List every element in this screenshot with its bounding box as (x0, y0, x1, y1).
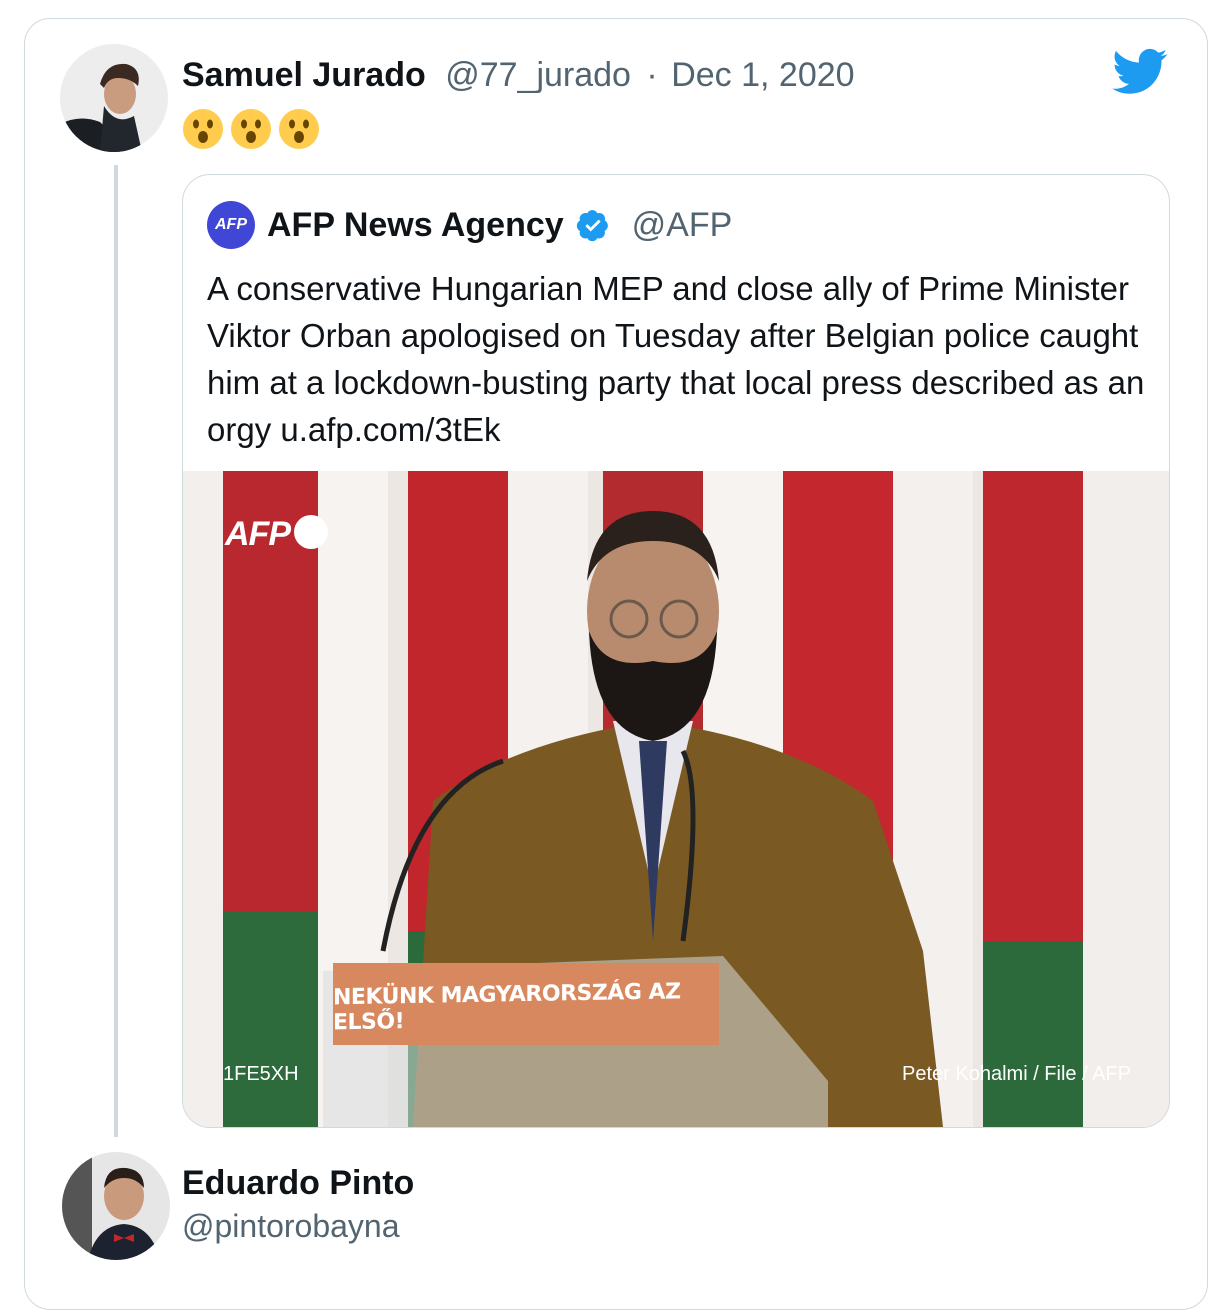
author-name[interactable]: Samuel Jurado (182, 56, 426, 94)
astonished-face-icon (279, 109, 319, 149)
twitter-bird-icon[interactable] (1112, 48, 1168, 101)
astonished-face-icon (183, 109, 223, 149)
author-handle[interactable]: @77_jurado (445, 56, 631, 94)
photo-code: 1FE5XH (223, 1063, 299, 1085)
reply-author-name[interactable]: Eduardo Pinto (182, 1164, 414, 1203)
verified-badge-icon (576, 210, 608, 242)
afp-watermark: AFP (225, 515, 328, 554)
quoted-tweet[interactable]: AFP AFP News Agency @AFP A conservative … (182, 174, 1170, 1128)
reply-author-handle[interactable]: @pintorobayna (182, 1208, 400, 1245)
quoted-text: A conservative Hungarian MEP and close a… (207, 270, 1145, 448)
avatar[interactable] (60, 44, 168, 152)
dot-separator: · (646, 56, 658, 94)
tweet-text: 😮😮😮 (182, 108, 320, 150)
thread-connector-line (114, 165, 118, 1137)
photo-credit: Peter Kohalmi / File / AFP (902, 1063, 1131, 1085)
afp-avatar[interactable]: AFP (207, 201, 255, 249)
astonished-face-icon (231, 109, 271, 149)
avatar[interactable] (62, 1152, 170, 1260)
tweet-date[interactable]: Dec 1, 2020 (671, 56, 854, 94)
podium-sign-text: NEKÜNK MAGYARORSZÁG AZ ELSŐ! (333, 979, 681, 1036)
author-name-row: Samuel Jurado @77_jurado · Dec 1, 2020 (182, 56, 855, 95)
quoted-header: AFP AFP News Agency @AFP (207, 201, 732, 249)
news-photo[interactable]: AFP NEKÜNK MAGYARORSZÁG AZ ELSŐ! 1FE5XH … (183, 471, 1169, 1127)
quoted-author-name[interactable]: AFP News Agency (267, 206, 564, 245)
quoted-author-handle[interactable]: @AFP (632, 206, 733, 245)
